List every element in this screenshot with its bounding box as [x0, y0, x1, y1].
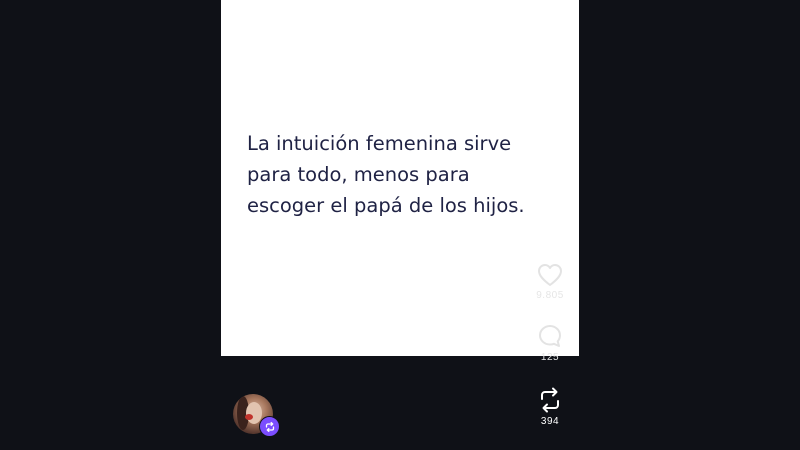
comment-count: 125 [540, 352, 560, 363]
post-quote-text: La intuición femenina sirve para todo, m… [247, 132, 525, 217]
heart-icon [530, 262, 570, 288]
repost-badge-icon [259, 416, 280, 437]
repost-count: 394 [540, 416, 560, 427]
like-count: 9.805 [536, 290, 564, 301]
comment-button[interactable]: 125 [530, 322, 570, 363]
post-image[interactable]: La intuición femenina sirve para todo, m… [221, 0, 579, 356]
repost-button[interactable]: 394 [530, 386, 570, 427]
repost-icon [530, 386, 570, 414]
comment-bubble-icon [530, 322, 570, 350]
app-stage: La intuición femenina sirve para todo, m… [0, 0, 800, 450]
like-button[interactable]: 9.805 [530, 262, 570, 301]
